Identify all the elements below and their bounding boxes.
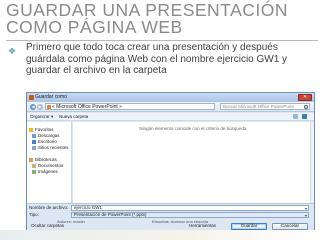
address-bar[interactable]: « Microsoft Office PowerPoint » (45, 103, 215, 110)
filename-input[interactable]: ejercicio GW1 ▾ (71, 205, 309, 211)
slide-title: GUARDAR UNA PRESENTACIÓN COMO PÁGINA WEB (6, 0, 288, 37)
search-placeholder: Buscar Microsoft Office PowerPoint (223, 104, 294, 109)
search-icon (304, 105, 308, 109)
slide-body-text: Primero que todo toca crear una presenta… (26, 42, 288, 76)
save-as-dialog: Guardar como ✕ ◀ ▶ « Microsoft Office Po… (26, 92, 315, 230)
navigation-pane: Favoritos Descargas Escritorio Sitios re… (27, 122, 72, 203)
app-icon (29, 95, 34, 100)
view-options-icon[interactable] (293, 114, 298, 119)
new-folder-button[interactable]: Nueva carpeta (59, 114, 88, 119)
documents-icon (32, 163, 36, 168)
close-button[interactable]: ✕ (298, 94, 312, 101)
star-icon (29, 127, 33, 132)
download-folder-icon (32, 133, 36, 138)
slide: GUARDAR UNA PRESENTACIÓN COMO PÁGINA WEB… (0, 0, 320, 240)
folder-icon (47, 105, 51, 109)
dialog-footer: Ocultar carpetas Herramientas Guardar Ca… (27, 223, 314, 230)
type-label: Tipo: (29, 212, 39, 217)
dialog-titlebar: Guardar como ✕ (27, 93, 314, 102)
file-list[interactable]: Ningún elemento coincide con el criterio… (73, 122, 314, 203)
chevron-down-icon[interactable]: ▾ (305, 206, 307, 211)
help-icon[interactable] (302, 114, 307, 119)
search-input[interactable]: Buscar Microsoft Office PowerPoint (220, 103, 310, 110)
save-button[interactable]: Guardar (231, 223, 267, 230)
command-bar: Organizar ▾ Nueva carpeta (27, 113, 314, 121)
dialog-toolbar: ◀ ▶ « Microsoft Office PowerPoint » Busc… (27, 102, 314, 112)
sidebar-item-imagenes[interactable]: Imágenes (32, 169, 58, 175)
slide-footer-decoration (0, 230, 320, 240)
file-list-scrollbar[interactable] (310, 122, 314, 203)
back-arrow-icon[interactable]: ◀ (30, 104, 36, 110)
library-icon (29, 157, 33, 162)
tools-menu[interactable]: Herramientas (189, 223, 219, 229)
cancel-button[interactable]: Cancelar (272, 223, 308, 230)
title-divider (6, 40, 318, 41)
pictures-icon (32, 169, 36, 174)
forward-arrow-icon[interactable]: ▶ (37, 104, 43, 110)
bullet-icon: ❖ (8, 46, 17, 56)
chevron-down-icon[interactable]: ▾ (305, 213, 307, 218)
sidebar-item-sitios-recientes[interactable]: Sitios recientes (32, 145, 69, 151)
desktop-icon (32, 139, 36, 144)
address-path: « Microsoft Office PowerPoint » (52, 104, 122, 110)
dialog-title: Guardar como (35, 94, 67, 100)
file-type-select[interactable]: Presentación de PowerPoint (*.pptx) ▾ (71, 212, 309, 218)
empty-results-message: Ningún elemento coincide con el criterio… (139, 126, 248, 131)
file-type-value: Presentación de PowerPoint (*.pptx) (74, 212, 147, 217)
recent-places-icon (32, 145, 36, 150)
organize-menu[interactable]: Organizar ▾ (30, 114, 53, 120)
filename-value: ejercicio GW1 (74, 205, 103, 210)
hide-folders-toggle[interactable]: Ocultar carpetas (31, 223, 64, 228)
filename-label: Nombre de archivo: (29, 205, 69, 210)
